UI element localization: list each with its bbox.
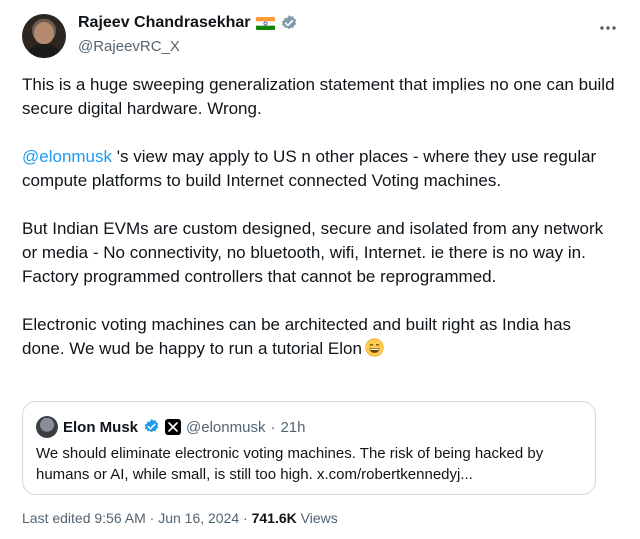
tweet-paragraph-3: But Indian EVMs are custom designed, sec… (22, 219, 604, 286)
tweet-paragraph-2: @elonmusk 's view may apply to US n othe… (22, 145, 618, 193)
verified-badge-icon (143, 418, 160, 436)
tweet-meta-footer: Last edited 9:56 AM · Jun 16, 2024 · 741… (22, 510, 338, 526)
quoted-author-handle: @elonmusk (186, 418, 266, 436)
author-display-name[interactable]: Rajeev Chandrasekhar (78, 14, 251, 32)
author-handle[interactable]: @RajeevRC_X (78, 38, 180, 55)
x-logo-badge-icon (165, 419, 182, 435)
mention-link-elonmusk[interactable]: @elonmusk (22, 147, 112, 166)
views-label: Views (296, 510, 338, 526)
tweet-paragraph-1: This is a huge sweeping generalization s… (22, 75, 615, 118)
more-options-icon[interactable] (598, 18, 618, 43)
quoted-author-avatar (36, 416, 58, 438)
quoted-tweet[interactable]: Elon Musk @elonmusk · 21h We should elim… (22, 401, 596, 495)
quoted-timestamp: 21h (280, 418, 306, 436)
india-flag-icon (255, 16, 275, 30)
author-name-row: Rajeev Chandrasekhar (78, 14, 298, 32)
tweet-paragraph-4-text: Electronic voting machines can be archit… (22, 315, 572, 358)
author-avatar[interactable] (22, 14, 66, 58)
last-edited-timestamp[interactable]: Last edited 9:56 AM · Jun 16, 2024 · (22, 510, 252, 526)
tweet-paragraph-4: Electronic voting machines can be archit… (22, 313, 618, 361)
tweet-text: This is a huge sweeping generalization s… (22, 73, 618, 385)
views-count: 741.6K (251, 510, 297, 526)
quoted-separator: · (270, 418, 276, 436)
grinning-emoji-icon (365, 338, 384, 357)
quoted-tweet-header: Elon Musk @elonmusk · 21h (36, 416, 305, 438)
quoted-author-name: Elon Musk (63, 418, 139, 436)
quoted-tweet-text: We should eliminate electronic voting ma… (36, 445, 544, 483)
verified-badge-icon[interactable] (280, 14, 298, 32)
tweet-card: Rajeev Chandrasekhar @RajeevRC_X This is… (0, 0, 640, 539)
